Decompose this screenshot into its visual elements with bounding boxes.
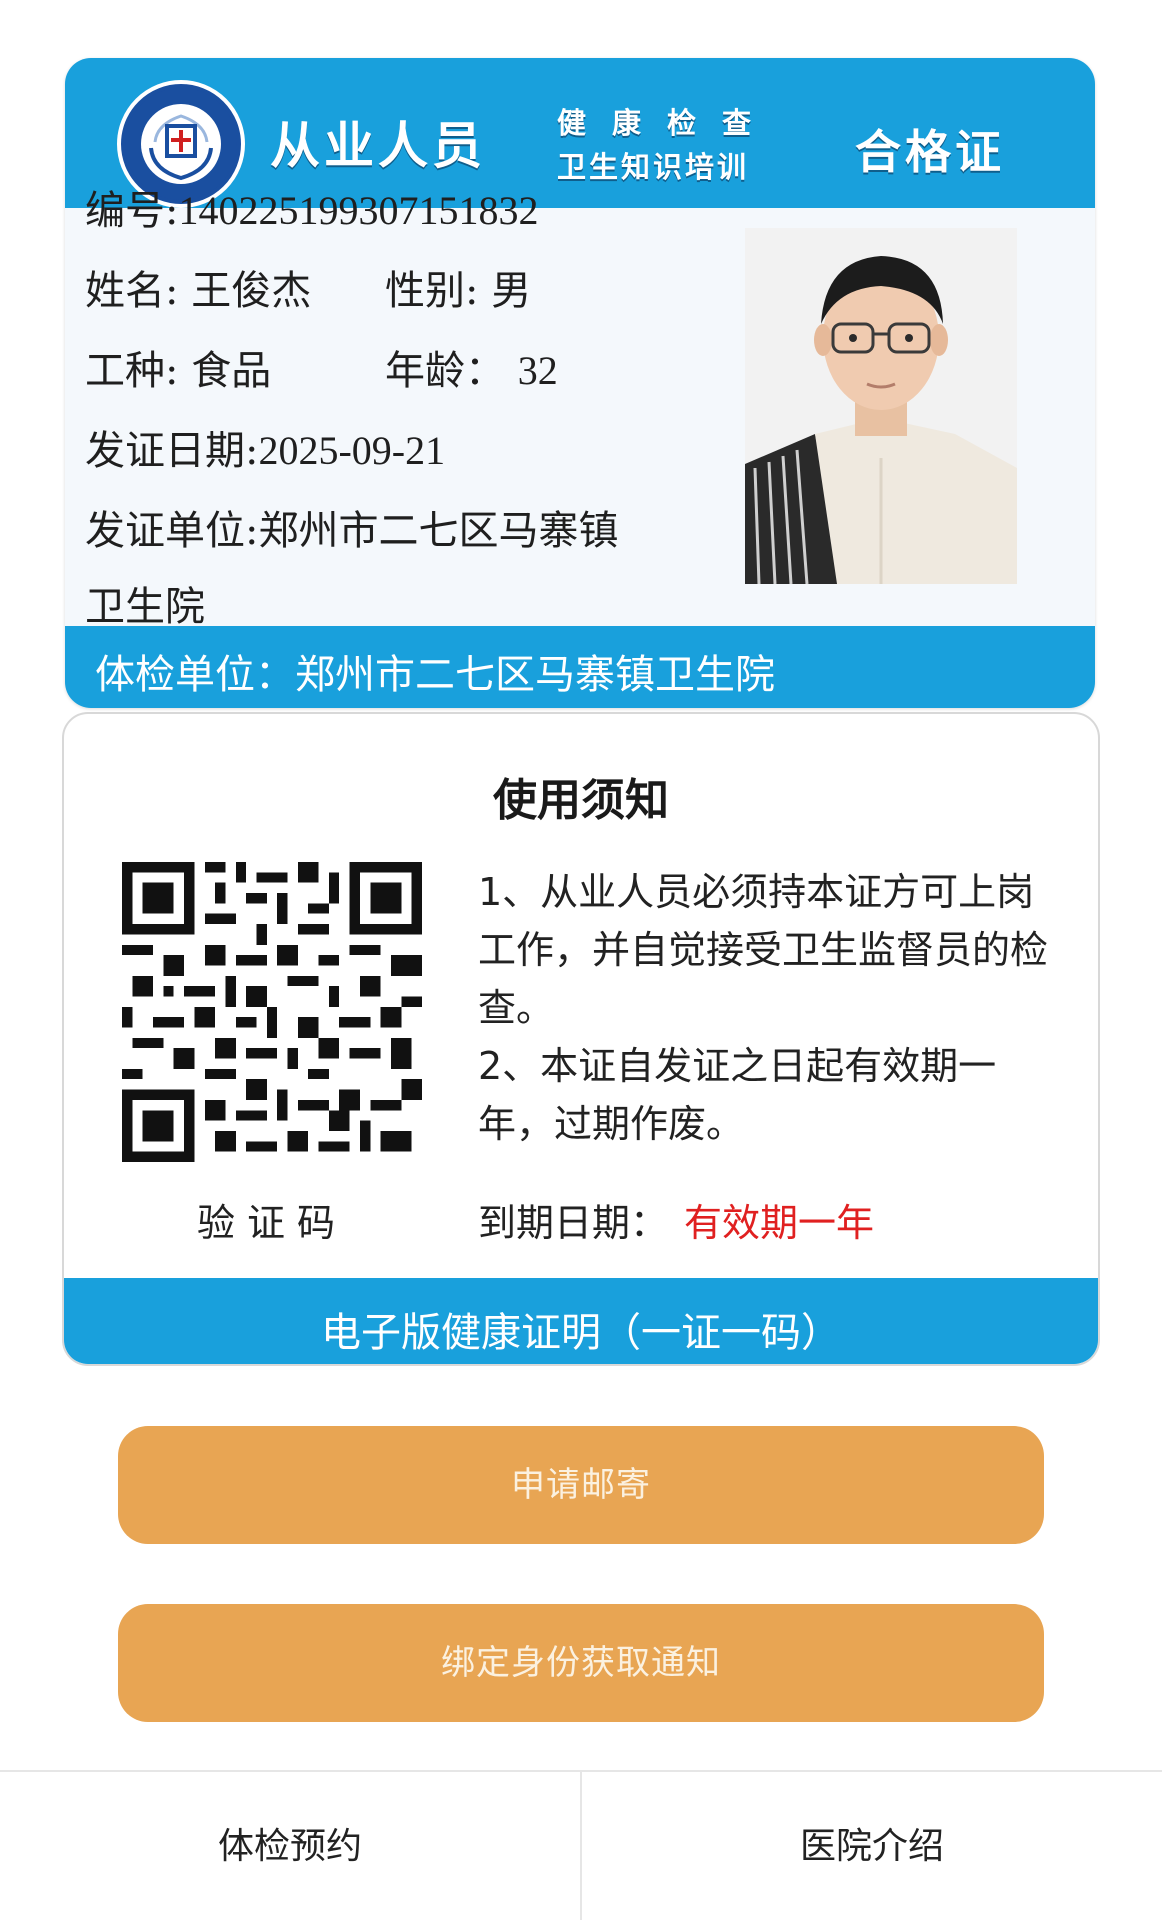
verification-qr-code-icon[interactable] [122, 862, 422, 1162]
name-row: 姓名: 王俊杰 [85, 258, 311, 316]
age-label: 年龄： [385, 348, 505, 394]
age-row: 年龄： 32 [385, 338, 558, 396]
certificate-title: 从业人员 [270, 116, 486, 175]
job-row: 工种: 食品 [85, 338, 271, 396]
notice-title: 使用须知 [493, 775, 669, 826]
rule-line: 工作，并自觉接受卫生监督员的检 [478, 928, 1049, 972]
certificate-footer: 体检单位：郑州市二七区马寨镇卫生院 [65, 626, 1095, 708]
issue-date-value: 2025-09-21 [258, 428, 446, 473]
job-label: 工种: [85, 348, 179, 394]
expiry-date-label: 到期日期： [478, 1201, 669, 1245]
nav-item-exam-booking[interactable]: 体检预约 [0, 1772, 580, 1920]
issuer-value-line2: 卫生院 [85, 584, 205, 630]
certificate-number-label: 编号: [85, 188, 179, 234]
health-certificate-card: 从业人员 健康检查 卫生知识培训 合格证 编号:1402251993071518… [65, 58, 1095, 708]
certificate-suffix: 合格证 [855, 125, 1005, 179]
certificate-subtitle-line1: 健康检查 [557, 106, 778, 140]
rule-line: 查。 [478, 986, 555, 1030]
certificate-number-row: 编号:140225199307151832 [85, 178, 538, 236]
issuer-value-line1: 郑州市二七区马寨镇 [258, 508, 619, 554]
holder-portrait-image [745, 228, 1017, 584]
notice-footer: 电子版健康证明（一证一码） [64, 1278, 1098, 1364]
age-value: 32 [517, 348, 558, 393]
job-value: 食品 [191, 348, 272, 394]
qr-code-label: 验证码 [196, 1201, 347, 1245]
rule-line: 年，过期作废。 [478, 1102, 745, 1146]
electronic-certificate-caption: 电子版健康证明（一证一码） [321, 1310, 841, 1356]
holder-photo [745, 228, 1017, 584]
name-value: 王俊杰 [191, 268, 312, 314]
certificate-subtitle-line2: 卫生知识培训 [557, 150, 750, 184]
apply-mail-button[interactable]: 申请邮寄 [118, 1426, 1044, 1544]
rule-line: 1、从业人员必须持本证方可上岗 [478, 870, 1035, 914]
exam-institution: 体检单位：郑州市二七区马寨镇卫生院 [95, 652, 775, 698]
nav-item-hospital-intro[interactable]: 医院介绍 [580, 1772, 1162, 1920]
expiry-date-value: 有效期一年 [684, 1201, 875, 1245]
bottom-navigation: 体检预约 医院介绍 [0, 1770, 1162, 1920]
issue-date-row: 发证日期:2025-09-21 [85, 418, 445, 476]
issue-date-label: 发证日期: [85, 428, 259, 474]
name-label: 姓名: [85, 268, 179, 314]
issuer-row: 发证单位:郑州市二七区马寨镇 [85, 498, 618, 556]
issuer-row-line2: 卫生院 [85, 574, 205, 632]
usage-notice-card: 使用须知 验证码 1、从业人员必须持本证方可上岗 工作，并自觉接受卫生监督员的检… [62, 712, 1100, 1366]
gender-value: 男 [491, 268, 532, 314]
gender-label: 性别: [385, 268, 479, 314]
rule-line: 2、本证自发证之日起有效期一 [478, 1044, 997, 1088]
gender-row: 性别: 男 [385, 258, 531, 316]
certificate-number-value: 140225199307151832 [178, 188, 539, 233]
issuer-label: 发证单位: [85, 508, 259, 554]
bind-identity-button[interactable]: 绑定身份获取通知 [118, 1604, 1044, 1722]
